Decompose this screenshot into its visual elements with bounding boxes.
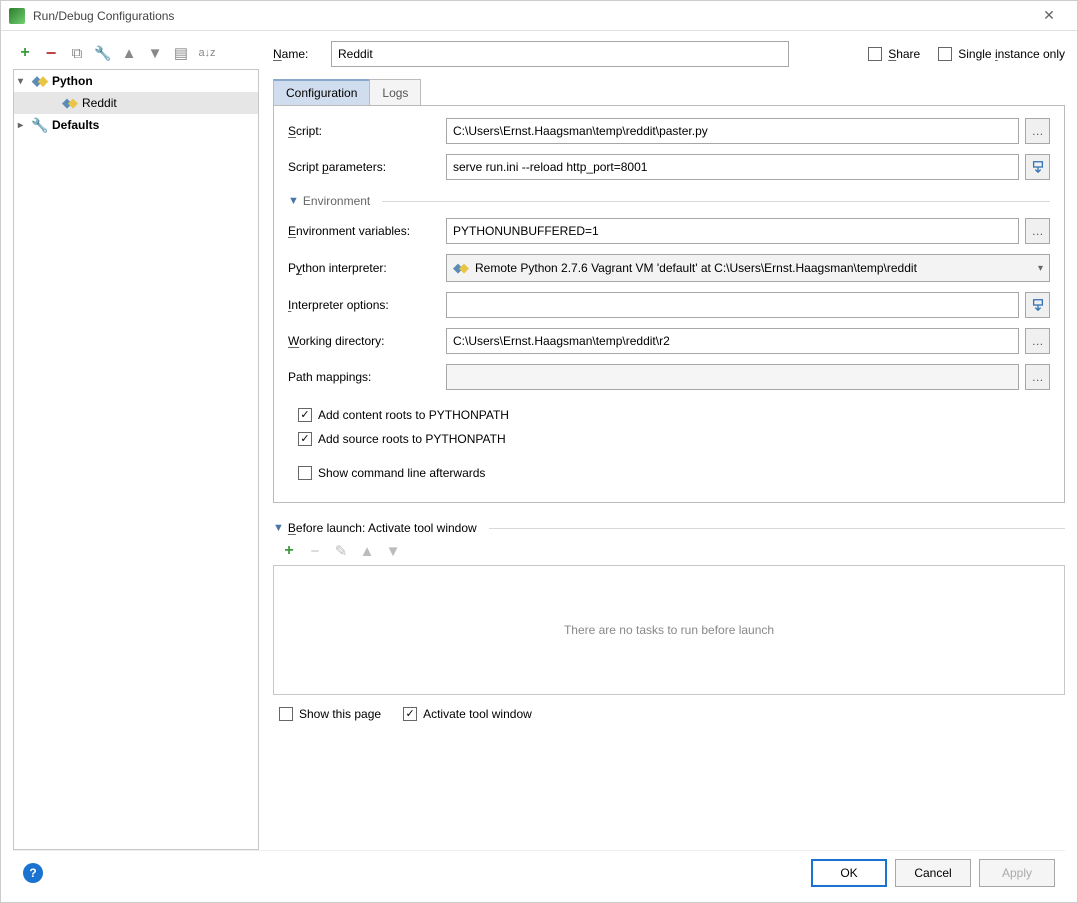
add-task-icon[interactable]: +: [281, 543, 297, 559]
env-vars-label: Environment variables:: [288, 224, 446, 238]
remove-icon[interactable]: −: [43, 45, 59, 61]
dialog-body: + − ⧉ 🔧 ▲ ▼ ▤ a↓z ▾ ◆◆ Python: [1, 31, 1077, 902]
tree-node-python[interactable]: ▾ ◆◆ Python: [14, 70, 258, 92]
browse-script-button[interactable]: …: [1025, 118, 1050, 144]
run-debug-config-dialog: Run/Debug Configurations ✕ + − ⧉ 🔧 ▲ ▼ ▤…: [0, 0, 1078, 903]
apply-button[interactable]: Apply: [979, 859, 1055, 887]
titlebar: Run/Debug Configurations ✕: [1, 1, 1077, 31]
working-dir-label: Working directory:: [288, 334, 446, 348]
move-down-icon[interactable]: ▼: [147, 45, 163, 61]
path-mappings-input[interactable]: [446, 364, 1019, 390]
close-icon[interactable]: ✕: [1029, 7, 1069, 24]
chevron-down-icon: ▾: [1038, 263, 1043, 274]
add-icon[interactable]: +: [17, 45, 33, 61]
settings-icon[interactable]: 🔧: [95, 45, 111, 61]
expand-interp-opts-button[interactable]: [1025, 292, 1050, 318]
show-this-page-checkbox[interactable]: Show this page: [279, 707, 381, 721]
tree-node-reddit[interactable]: ◆◆ Reddit: [14, 92, 258, 114]
python-interpreter-label: Python interpreter:: [288, 261, 446, 275]
python-interpreter-dropdown[interactable]: ◆◆ Remote Python 2.7.6 Vagrant VM 'defau…: [446, 254, 1050, 282]
no-tasks-label: There are no tasks to run before launch: [564, 623, 774, 637]
move-task-up-icon[interactable]: ▲: [359, 543, 375, 559]
cancel-button[interactable]: Cancel: [895, 859, 971, 887]
ok-button[interactable]: OK: [811, 859, 887, 887]
tab-configuration[interactable]: Configuration: [273, 79, 370, 105]
path-mappings-label: Path mappings:: [288, 370, 446, 384]
env-vars-input[interactable]: [446, 218, 1019, 244]
before-launch-section: ▼Before launch: Activate tool window + −…: [273, 517, 1065, 721]
tab-logs[interactable]: Logs: [369, 79, 421, 105]
share-checkbox[interactable]: Share: [868, 47, 920, 61]
interpreter-options-label: Interpreter options:: [288, 298, 446, 312]
tabs: Configuration Logs: [273, 79, 1065, 106]
python-icon: ◆◆: [62, 95, 78, 111]
right-panel: Name: Share Single instance only Configu…: [273, 41, 1065, 850]
expand-params-button[interactable]: [1025, 154, 1050, 180]
window-title: Run/Debug Configurations: [33, 9, 1029, 23]
remove-task-icon[interactable]: −: [307, 543, 323, 559]
add-content-roots-checkbox[interactable]: ✓Add content roots to PYTHONPATH: [298, 408, 1050, 422]
before-launch-header[interactable]: ▼Before launch: Activate tool window: [273, 521, 1065, 535]
config-tree[interactable]: ▾ ◆◆ Python ◆◆ Reddit ▸ 🔧 Defaults: [13, 69, 259, 850]
copy-icon[interactable]: ⧉: [69, 45, 85, 61]
name-input[interactable]: [331, 41, 789, 67]
before-launch-tasks-list[interactable]: There are no tasks to run before launch: [273, 565, 1065, 695]
name-label: Name:: [273, 47, 321, 61]
wrench-icon: 🔧: [32, 117, 48, 133]
tree-node-defaults[interactable]: ▸ 🔧 Defaults: [14, 114, 258, 136]
activate-tool-window-checkbox[interactable]: ✓Activate tool window: [403, 707, 532, 721]
move-task-down-icon[interactable]: ▼: [385, 543, 401, 559]
help-button[interactable]: ?: [23, 863, 43, 883]
script-params-input[interactable]: [446, 154, 1019, 180]
config-toolbar: + − ⧉ 🔧 ▲ ▼ ▤ a↓z: [13, 41, 259, 65]
script-label: Script:: [288, 124, 446, 138]
python-icon: ◆◆: [32, 73, 48, 89]
sort-icon[interactable]: a↓z: [199, 45, 215, 61]
move-up-icon[interactable]: ▲: [121, 45, 137, 61]
python-icon: ◆◆: [453, 260, 469, 276]
dialog-footer: ? OK Cancel Apply: [13, 850, 1065, 894]
before-launch-toolbar: + − ✎ ▲ ▼: [281, 543, 1065, 559]
script-input[interactable]: [446, 118, 1019, 144]
left-panel: + − ⧉ 🔧 ▲ ▼ ▤ a↓z ▾ ◆◆ Python: [13, 41, 259, 850]
edit-env-vars-button[interactable]: …: [1025, 218, 1050, 244]
tab-configuration-body: Script: … Script parameters:: [273, 106, 1065, 503]
script-params-label: Script parameters:: [288, 160, 446, 174]
folder-icon[interactable]: ▤: [173, 45, 189, 61]
add-source-roots-checkbox[interactable]: ✓Add source roots to PYTHONPATH: [298, 432, 1050, 446]
edit-task-icon[interactable]: ✎: [333, 543, 349, 559]
app-icon: [9, 8, 25, 24]
environment-section-header[interactable]: ▼Environment: [288, 194, 1050, 208]
interpreter-options-input[interactable]: [446, 292, 1019, 318]
browse-workdir-button[interactable]: …: [1025, 328, 1050, 354]
show-cmd-checkbox[interactable]: Show command line afterwards: [298, 466, 1050, 480]
working-dir-input[interactable]: [446, 328, 1019, 354]
edit-path-mappings-button[interactable]: …: [1025, 364, 1050, 390]
single-instance-checkbox[interactable]: Single instance only: [938, 47, 1065, 61]
